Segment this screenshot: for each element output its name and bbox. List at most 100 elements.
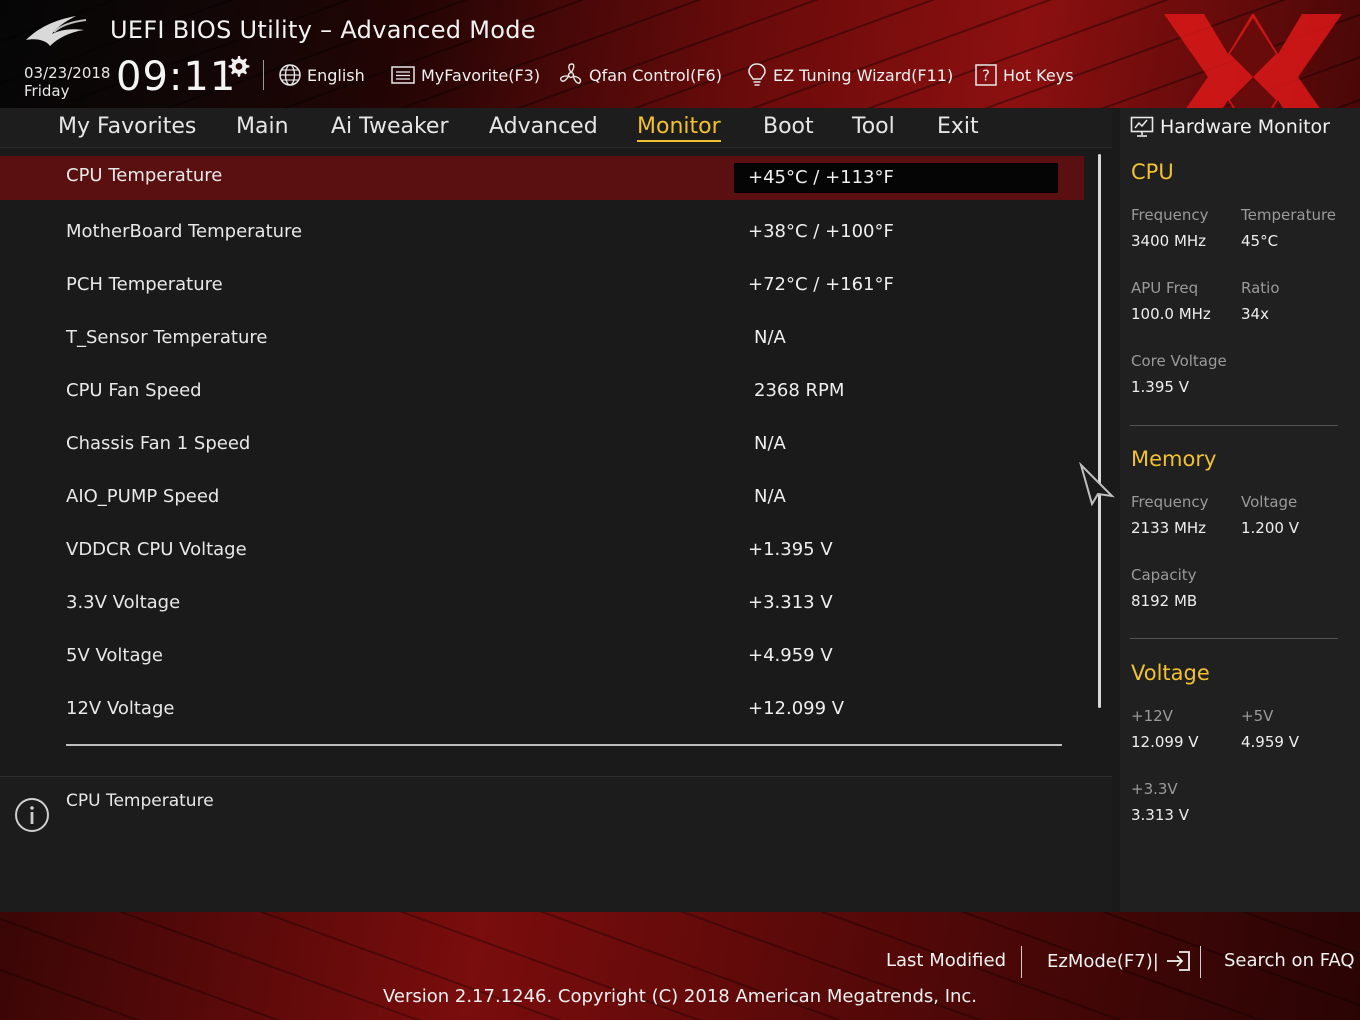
row-label: VDDCR CPU Voltage	[66, 539, 247, 560]
last-modified-button[interactable]: Last Modified	[886, 950, 1006, 971]
row-label: 12V Voltage	[66, 698, 175, 719]
hardware-monitor-header: Hardware Monitor	[1130, 114, 1330, 140]
app-title: UEFI BIOS Utility – Advanced Mode	[110, 16, 536, 44]
help-panel: CPU Temperature	[0, 776, 1112, 912]
row-label: PCH Temperature	[66, 274, 223, 295]
hwm-label: Frequency	[1131, 206, 1209, 224]
monitor-row-3v3-voltage[interactable]: 3.3V Voltage +3.313 V	[0, 580, 1084, 624]
monitor-row-aio-pump-speed[interactable]: AIO_PUMP Speed N/A	[0, 474, 1084, 518]
qfan-control-label: Qfan Control(F6)	[589, 65, 722, 85]
row-label: CPU Temperature	[66, 165, 223, 186]
row-value: +38°C / +100°F	[748, 221, 894, 242]
help-description: CPU Temperature	[66, 791, 214, 811]
monitor-row-cpu-temperature[interactable]: CPU Temperature +45°C / +113°F	[0, 156, 1084, 200]
monitor-row-t-sensor-temperature[interactable]: T_Sensor Temperature N/A	[0, 315, 1084, 359]
row-value: N/A	[754, 433, 786, 454]
hwm-value-core-voltage: 1.395 V	[1131, 378, 1189, 396]
hwm-value-5v: 4.959 V	[1241, 733, 1299, 751]
footer-divider	[1200, 946, 1201, 978]
row-label: CPU Fan Speed	[66, 380, 202, 401]
clock[interactable]: 09:11	[116, 54, 236, 100]
hwm-label: Ratio	[1241, 279, 1280, 297]
exit-arrow-icon	[1166, 951, 1190, 971]
row-value: 2368 RPM	[754, 380, 845, 401]
row-label: AIO_PUMP Speed	[66, 486, 220, 507]
qfan-control-button[interactable]: Qfan Control(F6)	[558, 62, 722, 88]
help-box-icon: ?	[975, 64, 997, 86]
lightbulb-icon	[748, 63, 766, 86]
tab-monitor[interactable]: Monitor	[637, 112, 721, 142]
ezmode-button[interactable]: EzMode(F7)|	[1047, 950, 1191, 972]
hwm-value-memory-voltage: 1.200 V	[1241, 519, 1299, 537]
info-icon	[15, 798, 49, 832]
tab-ai-tweaker[interactable]: Ai Tweaker	[331, 112, 449, 142]
hwm-label: Temperature	[1241, 206, 1337, 224]
monitor-row-5v-voltage[interactable]: 5V Voltage +4.959 V	[0, 633, 1084, 677]
language-button[interactable]: English	[278, 62, 365, 88]
gear-icon[interactable]	[226, 54, 250, 78]
ez-tuning-wizard-button[interactable]: EZ Tuning Wizard(F11)	[746, 62, 953, 88]
hwm-label: +3.3V	[1131, 780, 1178, 798]
hwm-value-apu-freq: 100.0 MHz	[1131, 305, 1211, 323]
hot-keys-button[interactable]: ? Hot Keys	[974, 62, 1074, 88]
monitor-screen-icon	[1130, 116, 1154, 137]
footer-bar: Last Modified EzMode(F7)| Search on FAQ …	[0, 912, 1360, 1020]
list-divider	[66, 744, 1062, 746]
svg-text:?: ?	[982, 67, 990, 85]
scrollbar[interactable]	[1098, 154, 1101, 708]
hwm-value-capacity: 8192 MB	[1131, 592, 1198, 610]
hwm-label: APU Freq	[1131, 279, 1199, 297]
watermark-logo-icon	[1164, 14, 1342, 108]
tab-advanced[interactable]: Advanced	[489, 112, 598, 142]
monitor-row-pch-temperature[interactable]: PCH Temperature +72°C / +161°F	[0, 262, 1084, 306]
tab-main[interactable]: Main	[236, 112, 289, 142]
row-value: +45°C / +113°F	[748, 167, 894, 188]
monitor-row-cpu-fan-speed[interactable]: CPU Fan Speed 2368 RPM	[0, 368, 1084, 412]
header-bar: UEFI BIOS Utility – Advanced Mode 03/23/…	[0, 0, 1360, 108]
myfavorite-button[interactable]: MyFavorite(F3)	[390, 62, 540, 88]
monitor-row-chassis-fan-1-speed[interactable]: Chassis Fan 1 Speed N/A	[0, 421, 1084, 465]
hwm-section-cpu: CPU	[1131, 160, 1174, 184]
hwm-label: Core Voltage	[1131, 352, 1227, 370]
search-faq-button[interactable]: Search on FAQ	[1224, 950, 1355, 971]
monitor-row-motherboard-temperature[interactable]: MotherBoard Temperature +38°C / +100°F	[0, 209, 1084, 253]
hwm-divider	[1130, 425, 1338, 426]
tab-my-favorites[interactable]: My Favorites	[58, 112, 196, 142]
hwm-value-3v3: 3.313 V	[1131, 806, 1189, 824]
hwm-label: Frequency	[1131, 493, 1209, 511]
row-value: N/A	[754, 327, 786, 348]
row-label: 5V Voltage	[66, 645, 164, 666]
monitor-row-12v-voltage[interactable]: 12V Voltage +12.099 V	[0, 686, 1084, 730]
hwm-section-memory: Memory	[1131, 447, 1217, 471]
day-text: Friday	[24, 82, 70, 100]
header-divider	[263, 60, 264, 90]
hwm-value-cpu-frequency: 3400 MHz	[1131, 232, 1207, 250]
hwm-value-ratio: 34x	[1241, 305, 1269, 323]
hwm-label: +5V	[1241, 707, 1274, 725]
monitor-row-vddcr-cpu-voltage[interactable]: VDDCR CPU Voltage +1.395 V	[0, 527, 1084, 571]
hwm-divider	[1130, 638, 1338, 639]
hwm-value-12v: 12.099 V	[1131, 733, 1199, 751]
row-label: Chassis Fan 1 Speed	[66, 433, 251, 454]
search-faq-label: Search on FAQ	[1224, 950, 1355, 971]
language-label: English	[307, 65, 365, 85]
row-value: N/A	[754, 486, 786, 507]
row-value: +12.099 V	[748, 698, 845, 719]
row-value: +72°C / +161°F	[748, 274, 894, 295]
monitor-list: CPU Temperature +45°C / +113°F MotherBoa…	[0, 150, 1115, 766]
hwm-value-cpu-temperature: 45°C	[1241, 232, 1279, 250]
last-modified-label: Last Modified	[886, 950, 1007, 971]
hwm-label: +12V	[1131, 707, 1173, 725]
hot-keys-label: Hot Keys	[1003, 65, 1074, 85]
ezmode-label: EzMode(F7)|	[1047, 950, 1159, 972]
hwm-label: Voltage	[1241, 493, 1298, 511]
row-value: +3.313 V	[748, 592, 833, 613]
tab-boot[interactable]: Boot	[763, 112, 814, 142]
tab-exit[interactable]: Exit	[937, 112, 979, 142]
mouse-cursor-icon	[1079, 462, 1115, 506]
tab-tool[interactable]: Tool	[852, 112, 895, 142]
favorite-list-icon	[391, 66, 415, 84]
row-value: +1.395 V	[748, 539, 833, 560]
main-nav: My Favorites Main Ai Tweaker Advanced Mo…	[0, 108, 1112, 148]
row-label: MotherBoard Temperature	[66, 221, 303, 242]
